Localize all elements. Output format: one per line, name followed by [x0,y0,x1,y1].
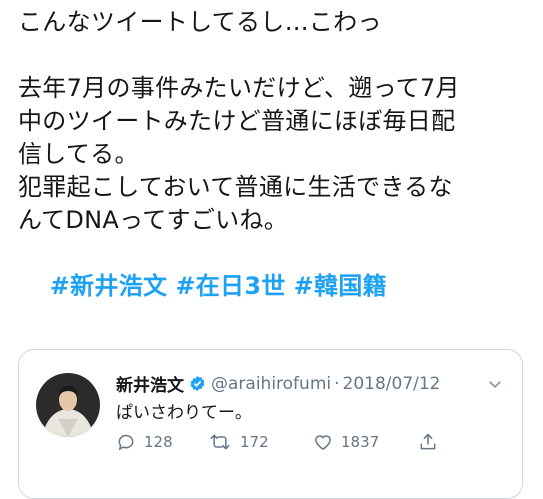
quoted-tweet-text: ぱいさわりてー。 [116,403,252,423]
author-handle[interactable]: @araihirofumi [211,374,331,394]
avatar[interactable] [36,373,100,437]
verified-icon [189,375,206,392]
hashtag-link[interactable]: #新井浩文 [50,272,168,300]
hashtag-link[interactable]: #韓国籍 [294,272,387,300]
author-name[interactable]: 新井浩文 [116,371,184,396]
tweet-actions: 128 172 1837 [116,432,438,452]
share-button[interactable] [418,432,438,452]
tweet-line: んてDNAってすごいね。 [18,206,289,234]
tweet-line: こんなツイートしてるし…こわっ [18,8,382,36]
retweet-count: 172 [240,433,269,451]
like-count: 1837 [341,433,380,451]
tweet-line: 中のツイートみたけど普通にほぼ毎日配 [18,107,456,135]
tweet-line: 信してる。 [18,140,139,168]
quoted-tweet-header: 新井浩文 @araihirofumi · 2018/07/12 [116,371,441,397]
like-icon [313,432,333,452]
chevron-down-icon[interactable] [486,375,504,397]
tweet-line: 犯罪起こしておいて普通に生活できるな [18,173,453,201]
separator-dot: · [334,373,340,394]
tweet-text: こんなツイートしてるし…こわっ 去年7月の事件みたいだけど、遡って7月 中のツイ… [18,6,533,336]
reply-button[interactable]: 128 [116,432,208,452]
reply-icon [116,432,136,452]
quoted-tweet-card[interactable]: 新井浩文 @araihirofumi · 2018/07/12 ぱいさわりてー。… [18,349,523,499]
reply-count: 128 [144,433,173,451]
hashtag-link[interactable]: #在日3世 [175,272,285,300]
hashtag-row: #新井浩文 #在日3世 #韓国籍 [18,237,533,336]
tweet-line: 去年7月の事件みたいだけど、遡って7月 [18,74,460,102]
retweet-button[interactable]: 172 [208,432,313,452]
like-button[interactable]: 1837 [313,432,418,452]
share-icon [418,432,438,452]
tweet-date[interactable]: 2018/07/12 [343,374,441,394]
retweet-icon [208,432,232,452]
